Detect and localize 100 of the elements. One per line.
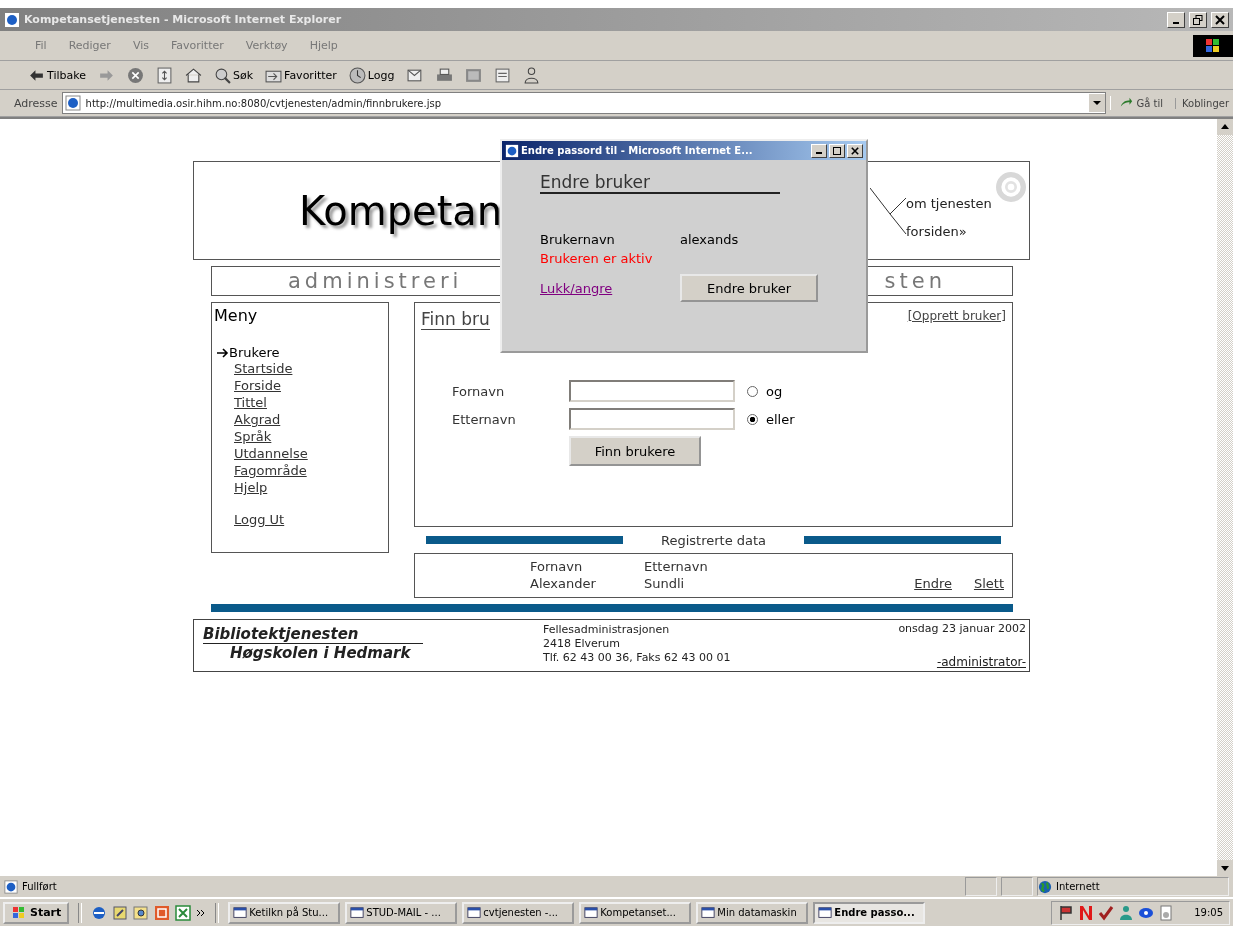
text-input[interactable] [569,380,735,402]
maximize-icon [833,146,841,155]
address-line: 2418 Elverum [543,637,621,651]
clock-text: 19:05 [1194,907,1223,918]
spreadsheet-icon[interactable] [175,904,192,921]
menu-link[interactable]: Startside [234,360,293,377]
magnifier-icon[interactable] [133,904,150,921]
nav-link[interactable]: forsiden» [906,224,992,239]
menu-item[interactable]: Brukere [229,345,280,360]
restore-button[interactable] [1189,11,1207,28]
field-value: alexands [680,232,739,247]
organization-name: Høgskolen i Hedmark [230,644,412,662]
windows-flag-icon [11,904,27,921]
browser-icon[interactable] [91,904,108,921]
minimize-icon [816,151,822,154]
links-button[interactable]: Koblinger [1174,97,1229,109]
windows-logo-icon [1193,33,1233,58]
menu-link[interactable]: Hjelp [234,479,268,496]
taskbar-button[interactable]: Endre passo... [813,901,926,924]
restore-icon [1193,14,1203,25]
close-button[interactable] [1211,11,1229,28]
close-button[interactable] [847,143,863,158]
menu-link[interactable]: Tittel [234,394,267,411]
flag-icon[interactable] [1058,904,1075,921]
window-icon [350,905,365,920]
cancel-link[interactable]: Lukk/angre [540,280,680,296]
radio-label: eller [766,411,795,427]
search-icon [213,66,231,84]
status-pane [1001,877,1033,896]
toolbar-button[interactable]: Logg [346,66,397,84]
taskbar-button[interactable]: cvtjenesten -... [462,901,575,924]
notepad-icon[interactable] [112,904,129,921]
minimize-button[interactable] [811,143,827,158]
toolbar-button[interactable]: Favoritter [263,66,339,84]
page-icon [64,95,81,111]
radio-label: og [766,383,783,399]
field-label: Etternavn [452,411,517,427]
panel-title: Finn bru [421,309,490,330]
chevron-icon[interactable] [196,907,207,918]
menu-link[interactable]: Akgrad [234,411,281,428]
vertical-scrollbar[interactable] [1217,119,1233,876]
field-label: Brukernavn [540,232,616,247]
subtitle-text: administreri [288,269,463,293]
menu-link[interactable]: Utdannelse [234,445,308,462]
row-action-link[interactable]: Slett [973,575,1004,592]
letter-n-icon[interactable] [1078,904,1095,921]
minimize-button[interactable] [1167,11,1185,28]
checkmark-icon[interactable] [1098,904,1115,921]
address-line: Fellesadministrasjonen [543,623,671,637]
taskbar-button[interactable]: Kompetanset... [579,901,692,924]
field-label: Fornavn [452,383,506,399]
globe-icon [1038,879,1052,894]
menu-link[interactable]: Fagområde [234,462,307,479]
close-icon [851,146,859,155]
site-title: Kompetan [299,187,503,234]
menu-link[interactable]: Språk [234,428,272,445]
nav-link[interactable]: om tjenesten [906,196,992,211]
taskbar-button[interactable]: Ketilkn på Stu... [228,901,341,924]
taskbar-button[interactable]: Min datamaskin [696,901,809,924]
column-header: Fornavn [530,558,584,575]
role-link[interactable]: -administrator- [936,655,1026,669]
browser-icon [505,143,519,158]
close-icon [1215,14,1225,25]
edit-user-button[interactable]: Endre bruker [680,274,818,302]
subtitle-text: sten [884,269,946,293]
popup-heading: Endre bruker [540,172,780,194]
menu-link[interactable]: Forside [234,377,281,394]
swirl-icon [996,172,1026,202]
find-users-button[interactable]: Finn brukere [569,436,701,466]
text-input[interactable] [569,408,735,430]
date-text: onsdag 23 januar 2002 [898,622,1026,635]
zone-text: Internett [1056,881,1100,892]
home-icon [184,66,202,84]
radio-button[interactable] [747,413,758,425]
logout-link[interactable]: Logg Ut [234,511,285,528]
start-button[interactable]: Start [3,901,70,924]
window-icon [233,905,248,920]
organization-name: Bibliotektjenesten [203,625,423,644]
radio-button[interactable] [747,385,758,397]
create-user-link[interactable]: [Opprett bruker] [907,309,1006,330]
window-icon [584,905,599,920]
page-icon [4,879,18,894]
refresh-icon [155,66,173,84]
go-button[interactable]: Gå til [1110,96,1171,110]
toolbar-button[interactable]: Tilbake [26,66,88,84]
people-icon [522,66,540,84]
row-action-link[interactable]: Endre [914,575,952,592]
address-line: Tlf. 62 43 00 36, Faks 62 43 00 01 [543,651,731,665]
address-label: Adresse [14,96,58,110]
status-text: Brukeren er aktiv [540,251,654,266]
maximize-button[interactable] [829,143,845,158]
window-title: Kompetansetjenesten - Microsoft Internet Explorer [24,13,342,26]
toolbar-button[interactable]: Søk [211,66,256,84]
menu-title: Meny [213,305,259,325]
browser-icon [4,11,20,28]
table-cell-text: Sundli [644,575,686,592]
address-field[interactable]: http://multimedia.osir.hihm.no:8080/cvtjenesten/admin/finnbrukere.jsp [61,92,1107,114]
taskbar-button[interactable]: STUD-MAIL - ... [345,901,458,924]
minimize-icon [1173,21,1179,24]
section-caption: Registrerte data [659,532,768,548]
